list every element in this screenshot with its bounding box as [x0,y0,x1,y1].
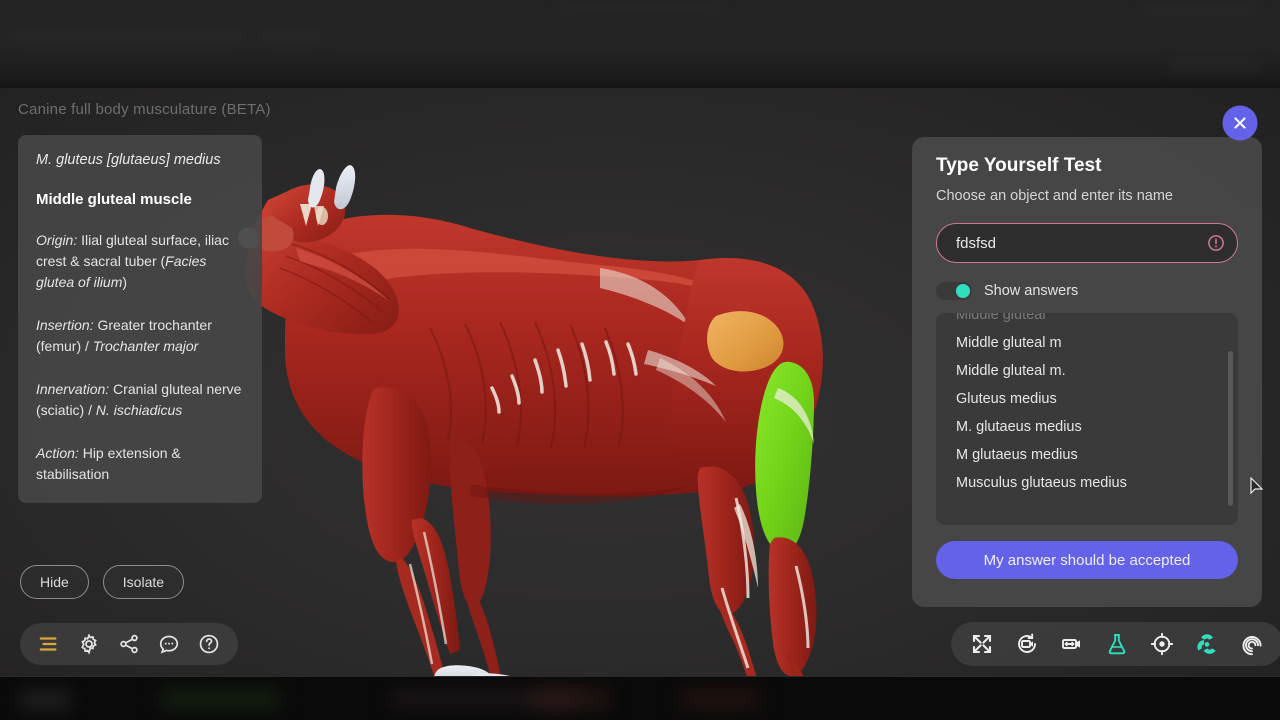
exclamation-circle-icon[interactable] [1207,234,1225,252]
answers-scrollbar-thumb[interactable] [1228,351,1233,506]
field-label: Action: [36,444,79,461]
answer-option[interactable]: Musculus glutaeus medius [936,469,1238,497]
app-title: Canine full body musculature (BETA) [18,101,271,118]
comment-icon[interactable] [158,633,180,655]
list-lines-icon[interactable] [38,633,60,655]
fullscreen-expand-icon[interactable] [970,632,994,656]
test-panel-title: Type Yourself Test [936,155,1102,176]
test-panel-subtitle: Choose an object and enter its name [936,188,1173,204]
isolate-button[interactable]: Isolate [102,565,185,599]
help-icon[interactable] [198,633,220,655]
left-toolbar [20,623,238,665]
muscle-latin-name: M. gluteus [glutaeus] medius [36,152,221,168]
muscle-detail-field: Origin: Ilial gluteal surface, iliac cre… [36,230,244,293]
muscle-common-name: Middle gluteal muscle [36,190,192,208]
show-answers-toggle[interactable] [936,282,972,300]
visibility-buttons: Hide Isolate [20,565,185,599]
radiation-icon[interactable] [1195,632,1219,656]
accept-answer-button[interactable]: My answer should be accepted [936,541,1238,579]
camera-pan-icon[interactable] [1060,632,1084,656]
share-icon[interactable] [118,633,140,655]
gear-icon[interactable] [78,633,100,655]
target-icon[interactable] [1150,632,1174,656]
spiral-icon[interactable] [1240,632,1264,656]
answer-option[interactable]: Middle gluteal m [936,329,1238,357]
answer-option[interactable]: M glutaeus medius [936,441,1238,469]
answer-option[interactable]: Middle gluteal [936,313,1238,329]
browser-chrome-bottom [0,676,1280,720]
field-text: ) [122,273,128,290]
right-toolbar [951,622,1280,666]
muscle-info-card: M. gluteus [glutaeus] medius Middle glut… [18,135,262,503]
show-answers-label: Show answers [984,283,1079,299]
flask-icon[interactable] [1105,632,1129,656]
answer-input[interactable] [936,223,1238,263]
field-text: Trochanter major [92,337,199,354]
show-answers-row: Show answers [936,282,1238,300]
field-label: Innervation: [36,380,110,397]
toggle-knob [956,284,970,298]
answer-option[interactable]: M. glutaeus medius [936,413,1238,441]
field-label: Origin: [36,231,78,248]
muscle-detail-field: Action: Hip extension & stabilisation [36,443,244,485]
answer-option[interactable]: Middle gluteal m. [936,357,1238,385]
hide-button[interactable]: Hide [20,565,89,599]
field-label: Insertion: [36,316,94,333]
type-yourself-test-panel: Type Yourself Test Choose an object and … [912,137,1262,607]
muscle-detail-field: Insertion: Greater trochanter (femur) / … [36,315,244,357]
browser-chrome-top [0,0,1280,88]
screen: Canine full body musculature (BETA) M. g… [0,0,1280,720]
answer-input-wrap [936,223,1238,263]
reset-camera-icon[interactable] [1015,632,1039,656]
answer-option[interactable]: Gluteus medius [936,385,1238,413]
field-text: N. ischiadicus [95,401,183,418]
muscle-detail-fields: Origin: Ilial gluteal surface, iliac cre… [36,230,244,485]
answers-list[interactable]: Middle gluteal Middle gluteal m Middle glu… [936,313,1238,525]
muscle-detail-field: Innervation: Cranial gluteal nerve (scia… [36,379,244,421]
mouse-cursor [1250,477,1264,495]
close-icon[interactable] [1222,105,1258,141]
